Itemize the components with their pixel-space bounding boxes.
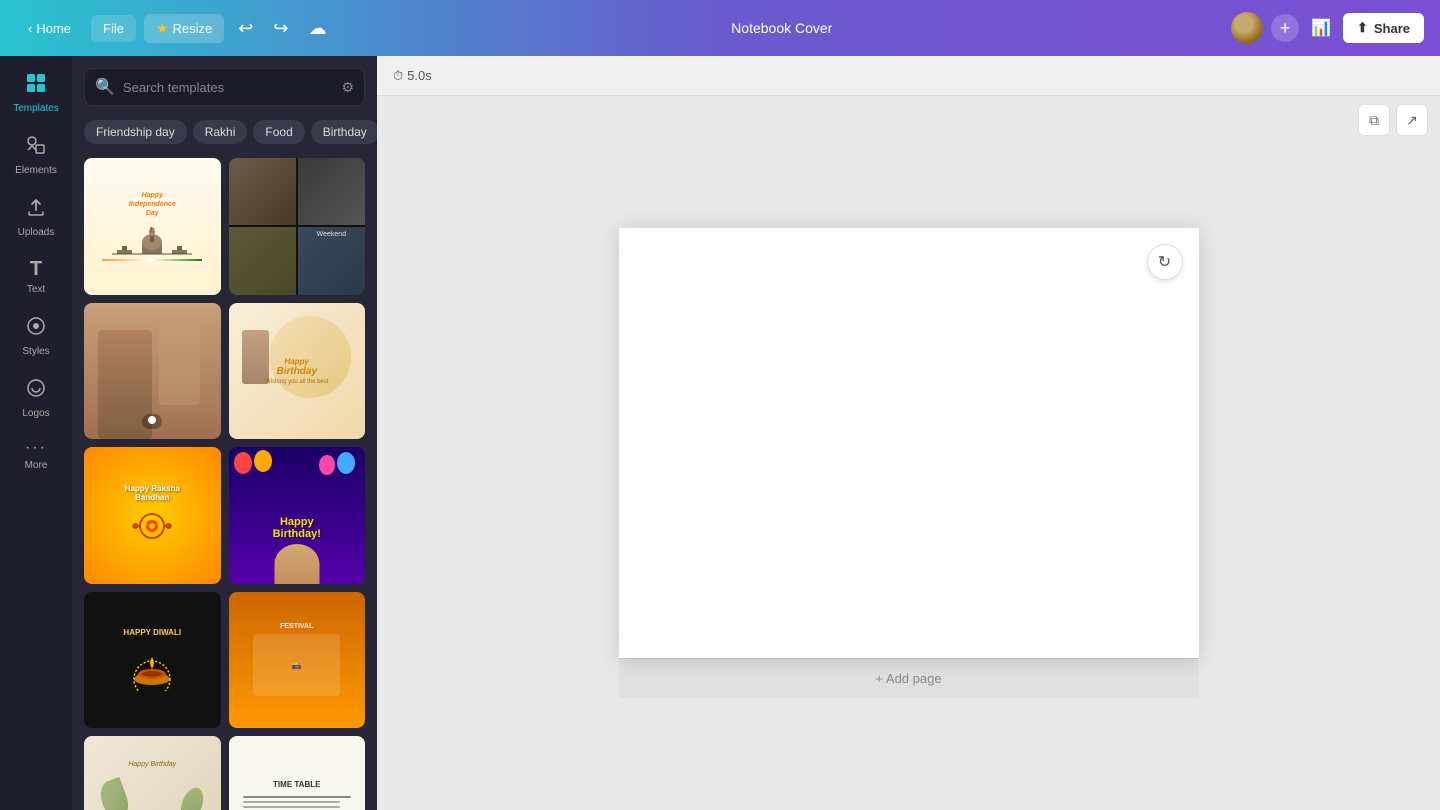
sidebar-item-text[interactable]: T Text xyxy=(6,250,66,303)
avatar[interactable] xyxy=(1231,12,1263,44)
sidebar-icons: Templates Elements Uploads T xyxy=(0,56,72,810)
header-right: + 📊 ⬆ Share xyxy=(1231,12,1424,44)
logos-label: Logos xyxy=(22,408,49,419)
share-button[interactable]: ⬆ Share xyxy=(1343,13,1424,43)
share-label: Share xyxy=(1374,21,1410,36)
timer-badge: ⏱ 5.0s xyxy=(393,68,432,84)
styles-icon xyxy=(25,315,47,343)
template-card[interactable]: Happy Birthday Wishing you all the best xyxy=(229,303,366,440)
sidebar-item-more[interactable]: ··· More xyxy=(6,431,66,479)
collage-cell xyxy=(298,158,365,225)
canvas-document xyxy=(619,228,1199,658)
add-page-label: + Add page xyxy=(875,671,941,686)
header-center: Notebook Cover xyxy=(340,20,1223,36)
template-card[interactable]: Happy Birthday! xyxy=(229,447,366,584)
tags-row: Friendship day Rakhi Food Birthday › xyxy=(72,114,377,150)
collage-cell: Weekend xyxy=(298,227,365,294)
main-layout: Templates Elements Uploads T xyxy=(0,56,1440,810)
timer-value: 5.0s xyxy=(407,68,432,83)
templates-search: 🔍 ⚙ xyxy=(72,56,377,114)
canvas-toolbar: ⏱ 5.0s xyxy=(377,56,1440,96)
cloud-button[interactable]: ☁ xyxy=(302,12,332,45)
elements-label: Elements xyxy=(15,165,57,176)
bday-gold-inner: Happy Birthday Wishing you all the best xyxy=(229,303,366,440)
tag-friendship-day[interactable]: Friendship day xyxy=(84,120,187,144)
file-button[interactable]: File xyxy=(91,15,136,42)
tag-rakhi[interactable]: Rakhi xyxy=(193,120,248,144)
template-card[interactable]: HAPPY DIWALI xyxy=(84,592,221,729)
templates-panel: 🔍 ⚙ Friendship day Rakhi Food Birthday ›… xyxy=(72,56,377,810)
sidebar-item-templates[interactable]: Templates xyxy=(6,64,66,122)
timetable-lines: TIME TABLE xyxy=(235,772,360,810)
sidebar-item-elements[interactable]: Elements xyxy=(6,126,66,184)
more-icon: ··· xyxy=(25,439,47,457)
elements-icon xyxy=(25,134,47,162)
home-label: Home xyxy=(36,21,71,36)
chevron-left-icon: ‹ xyxy=(28,21,32,36)
templates-icon xyxy=(25,72,47,100)
clock-icon: ⏱ xyxy=(393,68,403,84)
sidebar-item-logos[interactable]: Logos xyxy=(6,369,66,427)
share-icon: ⬆ xyxy=(1357,20,1368,36)
header: ‹ Home File ★ Resize ↩ ↪ ☁ Notebook Cove… xyxy=(0,0,1440,56)
home-button[interactable]: ‹ Home xyxy=(16,15,83,42)
text-icon: T xyxy=(30,258,42,281)
bday-flowers-inner: Happy Birthday xyxy=(84,736,221,810)
document-title: Notebook Cover xyxy=(731,20,832,36)
hb-balloons-inner: Happy Birthday! xyxy=(229,447,366,584)
collage-cell xyxy=(229,227,296,294)
templates-label: Templates xyxy=(13,103,59,114)
search-icon: 🔍 xyxy=(95,77,115,97)
canvas-area: ⏱ 5.0s ⧉ ↗ ↻ + Add page xyxy=(377,56,1440,810)
templates-grid-2col: HappyIndependenceDay xyxy=(84,158,365,810)
logos-icon xyxy=(25,377,47,405)
template-card[interactable]: Happy RakshaBandhan xyxy=(84,447,221,584)
fashion-inner xyxy=(84,303,221,440)
star-icon: ★ xyxy=(156,20,169,37)
more-label: More xyxy=(25,460,48,471)
analytics-icon[interactable]: 📊 xyxy=(1307,14,1335,42)
template-card[interactable]: Happy Birthday xyxy=(84,736,221,810)
redo-button[interactable]: ↪ xyxy=(267,12,294,45)
timetable-inner: TIME TABLE xyxy=(229,736,366,810)
tag-birthday[interactable]: Birthday xyxy=(311,120,377,144)
collage-grid: Weekend xyxy=(229,158,366,295)
text-label: Text xyxy=(27,284,45,295)
refresh-button[interactable]: ↻ xyxy=(1147,244,1183,280)
festival-inner: FESTIVAL 📸 xyxy=(229,592,366,729)
resize-label: Resize xyxy=(173,21,213,36)
avatar-image xyxy=(1231,12,1263,44)
template-card[interactable]: HappyIndependenceDay xyxy=(84,158,221,295)
styles-label: Styles xyxy=(22,346,49,357)
search-input[interactable] xyxy=(123,80,334,95)
template-card[interactable] xyxy=(84,303,221,440)
add-page-bar[interactable]: + Add page xyxy=(619,658,1199,698)
uploads-label: Uploads xyxy=(18,227,55,238)
search-bar: 🔍 ⚙ xyxy=(84,68,365,106)
collage-cell xyxy=(229,158,296,225)
undo-button[interactable]: ↩ xyxy=(232,12,259,45)
sidebar-item-uploads[interactable]: Uploads xyxy=(6,188,66,246)
template-card[interactable]: TIME TABLE xyxy=(229,736,366,810)
resize-button[interactable]: ★ Resize xyxy=(144,14,224,43)
diwali-inner: HAPPY DIWALI xyxy=(84,592,221,729)
sidebar-item-styles[interactable]: Styles xyxy=(6,307,66,365)
template-card[interactable]: Weekend xyxy=(229,158,366,295)
header-left: ‹ Home File ★ Resize ↩ ↪ ☁ xyxy=(16,12,332,45)
template-card[interactable]: FESTIVAL 📸 xyxy=(229,592,366,729)
templates-grid: HappyIndependenceDay xyxy=(72,150,377,810)
add-collaborator-button[interactable]: + xyxy=(1271,14,1299,42)
filter-icon[interactable]: ⚙ xyxy=(341,79,354,96)
uploads-icon xyxy=(25,196,47,224)
file-label: File xyxy=(103,21,124,36)
tag-food[interactable]: Food xyxy=(253,120,304,144)
rakhi-inner: Happy RakshaBandhan xyxy=(84,447,221,584)
canvas-scroll[interactable]: ↻ + Add page xyxy=(377,96,1440,810)
